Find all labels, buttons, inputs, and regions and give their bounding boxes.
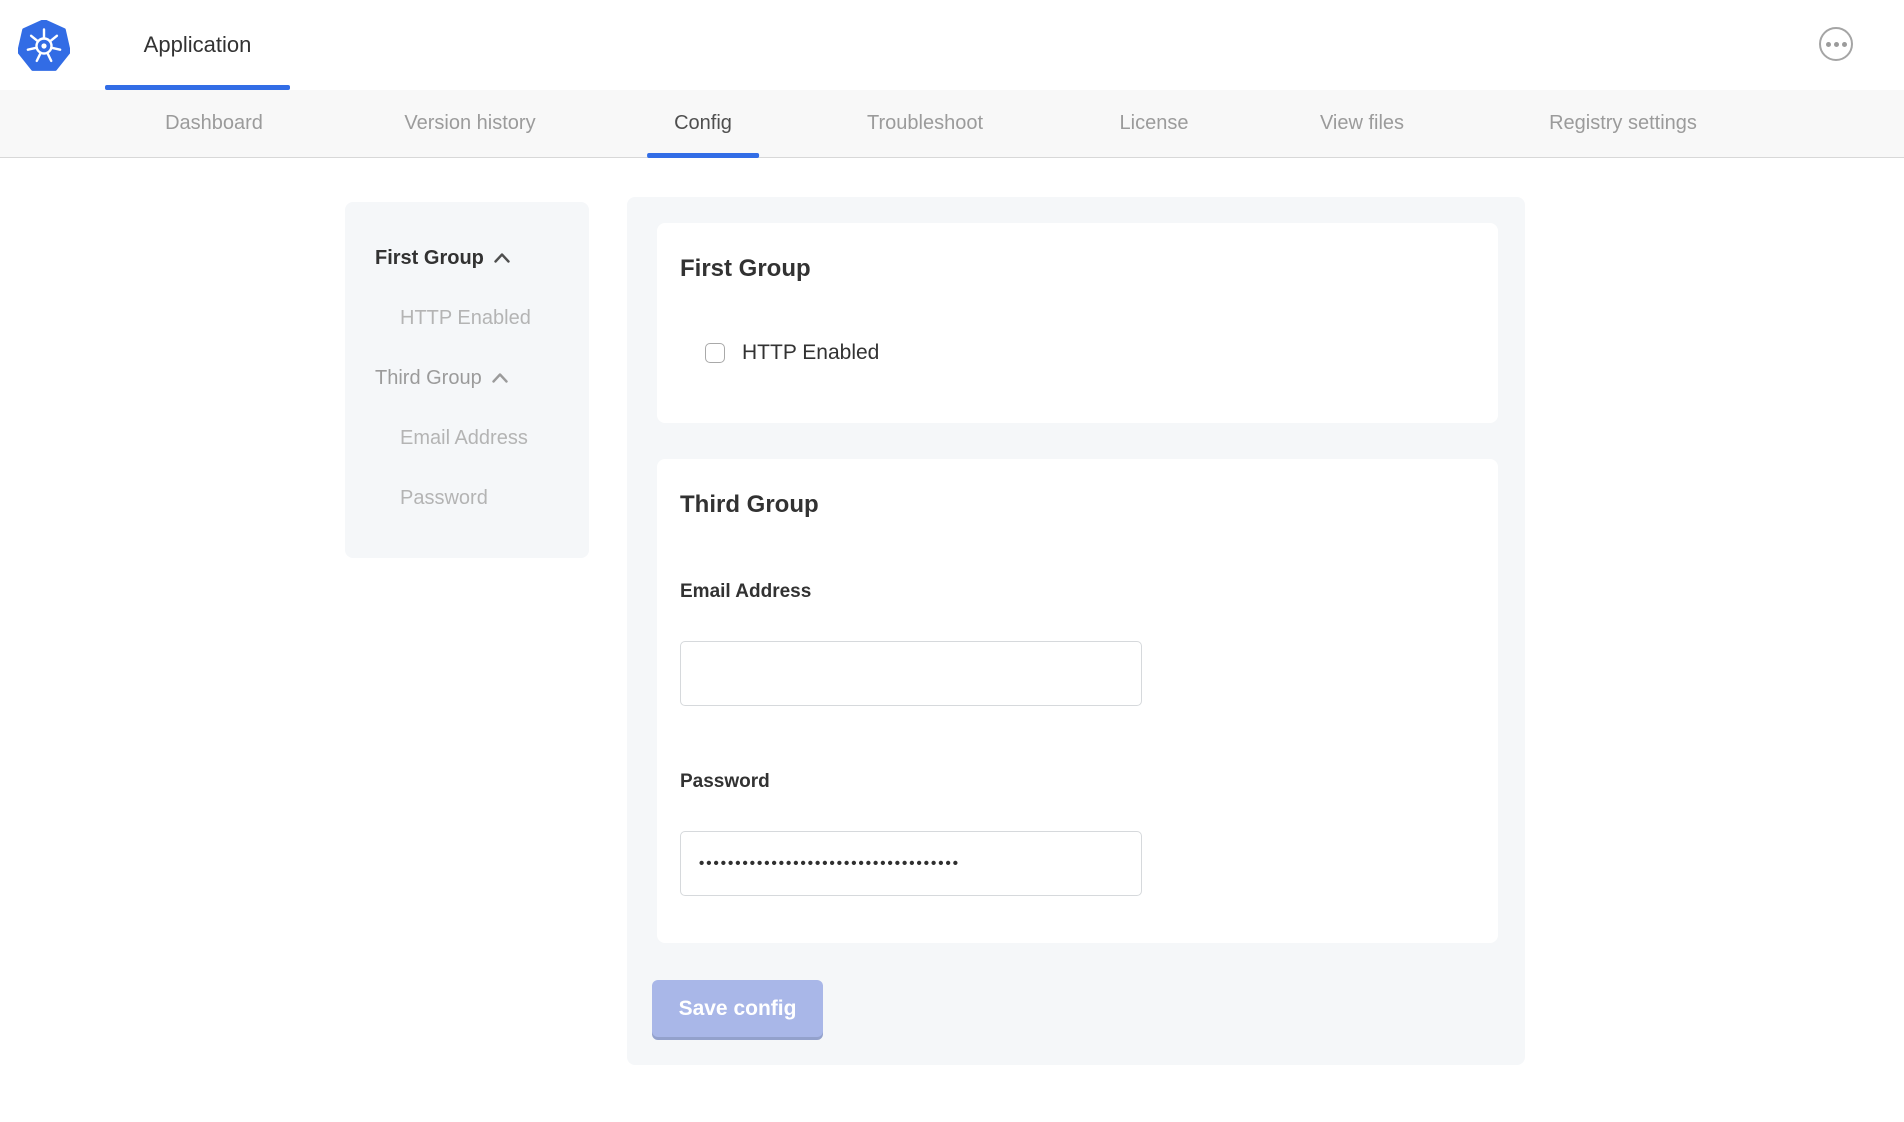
secondary-navbar: Dashboard Version history Config Trouble… bbox=[0, 90, 1904, 158]
tab-label: Version history bbox=[404, 112, 535, 135]
tab-view-files[interactable]: View files bbox=[1320, 90, 1404, 157]
config-nav-sidebar: First Group HTTP Enabled Third Group Ema… bbox=[345, 202, 589, 558]
http-enabled-checkbox-label[interactable]: HTTP Enabled bbox=[742, 341, 879, 365]
tab-label: View files bbox=[1320, 112, 1404, 135]
sidebar-item-first-group[interactable]: First Group bbox=[345, 228, 589, 288]
save-config-button[interactable]: Save config bbox=[652, 980, 823, 1037]
sidebar-item-label: Email Address bbox=[400, 427, 528, 450]
sidebar-item-label: HTTP Enabled bbox=[400, 307, 531, 330]
sidebar-item-password[interactable]: Password bbox=[345, 468, 589, 528]
config-group-card-third: Third Group Email Address Password bbox=[657, 459, 1498, 943]
tab-registry-settings[interactable]: Registry settings bbox=[1549, 90, 1697, 157]
active-tab-underline bbox=[647, 153, 759, 158]
tab-label: Config bbox=[674, 112, 732, 135]
chevron-up-icon bbox=[494, 253, 510, 263]
password-input[interactable] bbox=[680, 831, 1142, 896]
group-title: Third Group bbox=[680, 491, 819, 519]
http-enabled-field: HTTP Enabled bbox=[705, 341, 879, 365]
ellipsis-icon bbox=[1842, 42, 1847, 47]
group-title: First Group bbox=[680, 255, 811, 283]
tab-label: Troubleshoot bbox=[867, 112, 983, 135]
sidebar-item-label: First Group bbox=[375, 247, 484, 270]
top-header: Application bbox=[0, 0, 1904, 90]
config-group-card-first: First Group HTTP Enabled bbox=[657, 223, 1498, 423]
http-enabled-checkbox[interactable] bbox=[705, 343, 725, 363]
tab-label: License bbox=[1120, 112, 1189, 135]
tab-license[interactable]: License bbox=[1120, 90, 1189, 157]
sidebar-item-label: Password bbox=[400, 487, 488, 510]
sidebar-item-http-enabled[interactable]: HTTP Enabled bbox=[345, 288, 589, 348]
app-tab-label: Application bbox=[144, 32, 252, 58]
ellipsis-icon bbox=[1834, 42, 1839, 47]
overflow-menu-button[interactable] bbox=[1819, 27, 1853, 61]
tab-config[interactable]: Config bbox=[674, 90, 732, 157]
sidebar-item-third-group[interactable]: Third Group bbox=[345, 348, 589, 408]
tab-dashboard[interactable]: Dashboard bbox=[165, 90, 263, 157]
sidebar-item-email-address[interactable]: Email Address bbox=[345, 408, 589, 468]
ellipsis-icon bbox=[1826, 42, 1831, 47]
tab-label: Registry settings bbox=[1549, 112, 1697, 135]
password-label: Password bbox=[680, 771, 770, 793]
app-root: Application Dashboard Version history Co… bbox=[0, 0, 1904, 1122]
app-tab-application[interactable]: Application bbox=[105, 0, 290, 90]
email-address-label: Email Address bbox=[680, 581, 811, 603]
config-main-panel: First Group HTTP Enabled Third Group Ema… bbox=[627, 197, 1525, 1065]
tab-troubleshoot[interactable]: Troubleshoot bbox=[867, 90, 983, 157]
tab-label: Dashboard bbox=[165, 112, 263, 135]
kubernetes-logo-icon bbox=[18, 20, 70, 72]
chevron-up-icon bbox=[492, 373, 508, 383]
tab-version-history[interactable]: Version history bbox=[404, 90, 535, 157]
email-address-input[interactable] bbox=[680, 641, 1142, 706]
sidebar-item-label: Third Group bbox=[375, 367, 482, 390]
